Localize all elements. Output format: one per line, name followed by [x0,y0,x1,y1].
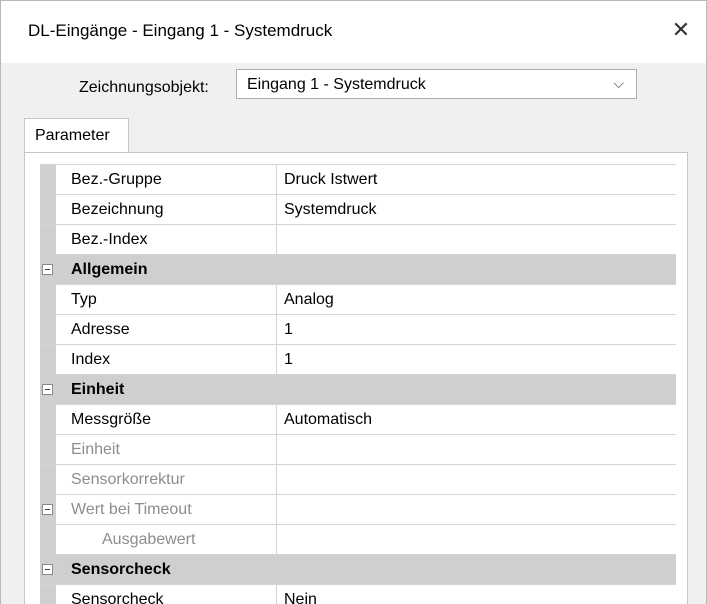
collapse-icon[interactable] [42,564,53,575]
property-value[interactable] [277,225,676,254]
property-value[interactable]: Analog [277,285,676,314]
property-row-einheit: Einheit [40,435,676,465]
collapse-icon[interactable] [42,384,53,395]
row-margin [40,585,56,604]
property-row-wert-bei-timeout: Wert bei Timeout [40,495,676,525]
collapse-icon[interactable] [42,504,53,515]
property-value[interactable]: Nein [277,585,676,604]
property-grid: Bez.-Gruppe Druck Istwert Bezeichnung Sy… [40,164,676,604]
property-row-index[interactable]: Index 1 [40,345,676,375]
property-value[interactable]: 1 [277,315,676,344]
row-margin [40,225,56,254]
property-value[interactable]: Druck Istwert [277,165,676,194]
property-value [277,495,676,524]
collapse-icon[interactable] [42,264,53,275]
title-bar: DL-Eingänge - Eingang 1 - Systemdruck ✕ [1,1,706,63]
property-name: Bez.-Index [56,225,277,254]
row-margin [40,405,56,434]
property-name: Typ [56,285,277,314]
property-row-bez-index[interactable]: Bez.-Index [40,225,676,255]
row-margin [40,315,56,344]
category-name: Sensorcheck [71,561,171,578]
property-value[interactable]: 1 [277,345,676,374]
property-row-ausgabewert: Ausgabewert [40,525,676,555]
property-name: Wert bei Timeout [56,495,277,524]
property-row-adresse[interactable]: Adresse 1 [40,315,676,345]
property-row-sensorcheck[interactable]: Sensorcheck Nein [40,585,676,604]
property-name: Einheit [56,435,277,464]
property-name: Ausgabewert [56,525,277,554]
dialog-window: DL-Eingänge - Eingang 1 - Systemdruck ✕ … [0,0,707,604]
property-row-typ[interactable]: Typ Analog [40,285,676,315]
property-name: Adresse [56,315,277,344]
property-row-bez-gruppe[interactable]: Bez.-Gruppe Druck Istwert [40,165,676,195]
window-title: DL-Eingänge - Eingang 1 - Systemdruck [28,21,333,40]
property-row-messgroesse[interactable]: Messgröße Automatisch [40,405,676,435]
property-value[interactable]: Systemdruck [277,195,676,224]
category-row-allgemein[interactable]: Allgemein [40,255,676,285]
row-margin [40,465,56,494]
tab-parameter[interactable]: Parameter [24,118,129,153]
row-margin [40,495,56,524]
category-row-sensorcheck[interactable]: Sensorcheck [40,555,676,585]
row-margin [40,165,56,194]
tab-panel: Bez.-Gruppe Druck Istwert Bezeichnung Sy… [24,152,688,604]
category-name: Allgemein [71,261,148,278]
close-icon: ✕ [671,17,691,42]
drawing-object-label: Zeichnungsobjekt: [79,79,209,96]
drawing-object-select[interactable]: Eingang 1 - Systemdruck ⌵ [236,69,637,99]
row-margin [40,195,56,224]
property-row-sensorkorrektur: Sensorkorrektur [40,465,676,495]
close-button[interactable]: ✕ [666,15,696,45]
property-value [277,435,676,464]
property-name: Messgröße [56,405,277,434]
row-margin [40,525,56,554]
property-name: Bez.-Gruppe [56,165,277,194]
property-name: Sensorkorrektur [56,465,277,494]
property-row-bezeichnung[interactable]: Bezeichnung Systemdruck [40,195,676,225]
category-row-einheit[interactable]: Einheit [40,375,676,405]
property-name: Index [56,345,277,374]
chevron-down-icon: ⌵ [613,75,624,91]
property-value [277,465,676,494]
row-margin [40,435,56,464]
drawing-object-value: Eingang 1 - Systemdruck [247,76,426,93]
row-margin [40,345,56,374]
row-margin [40,285,56,314]
category-name: Einheit [71,381,125,398]
property-name: Bezeichnung [56,195,277,224]
tab-label: Parameter [35,127,110,144]
property-name: Sensorcheck [56,585,277,604]
property-value [277,525,676,554]
property-value[interactable]: Automatisch [277,405,676,434]
